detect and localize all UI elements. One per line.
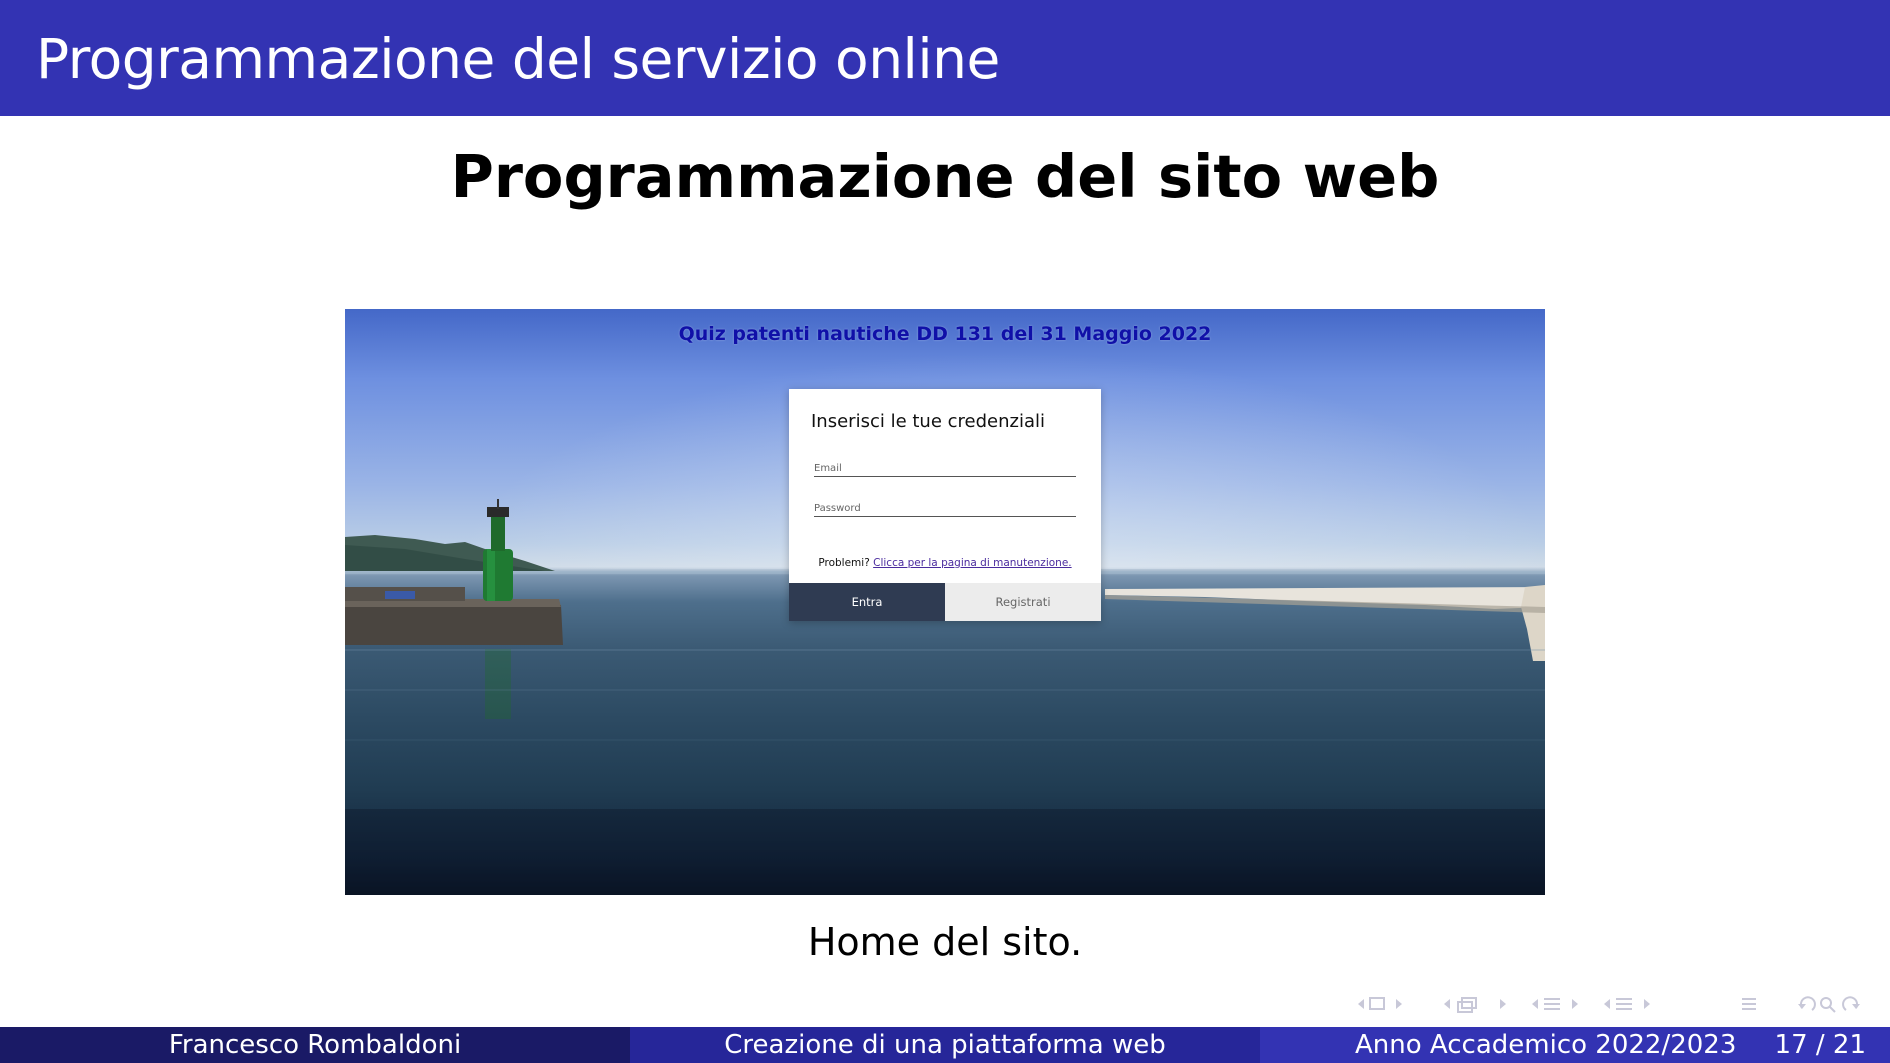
footer-title: Creazione di una piattaforma web [630,1027,1260,1063]
toc-icon[interactable] [1742,998,1756,1010]
nav-prev-arrow[interactable] [1358,999,1364,1009]
login-card: Inserisci le tue credenziali Problemi? C… [789,389,1101,621]
subsection-icon[interactable] [1457,997,1477,1013]
nav-prev-arrow[interactable] [1444,999,1450,1009]
footer-academic-year: Anno Accademico 2022/2023 [1355,1030,1737,1060]
frame-icon[interactable] [1369,997,1385,1010]
section-icon[interactable] [1616,998,1632,1010]
frame-title: Programmazione del servizio online [36,27,1000,91]
header-bar: Programmazione del servizio online [0,0,1890,116]
register-button[interactable]: Registrati [945,583,1101,621]
nav-prev-arrow[interactable] [1604,999,1610,1009]
problems-label: Problemi? [818,557,870,569]
footer-right: Anno Accademico 2022/2023 17 / 21 [1260,1027,1890,1063]
login-heading: Inserisci le tue credenziali [811,411,1045,432]
problems-line: Problemi? Clicca per la pagina di manute… [789,557,1101,569]
nav-next-arrow[interactable] [1396,999,1402,1009]
footer-bar: Francesco Rombaldoni Creazione di una pi… [0,1027,1890,1063]
enter-button[interactable]: Entra [789,583,945,621]
nav-next-arrow[interactable] [1644,999,1650,1009]
figure-caption: Home del sito. [807,920,1083,964]
slide-heading: Programmazione del sito web [450,142,1440,211]
undo-icon[interactable] [1798,996,1816,1011]
nav-next-arrow[interactable] [1572,999,1578,1009]
section-icon[interactable] [1544,998,1560,1010]
nav-next-arrow[interactable] [1500,999,1506,1009]
beamer-navigation [1350,992,1880,1016]
email-field[interactable] [814,455,1076,477]
website-screenshot: Quiz patenti nautiche DD 131 del 31 Magg… [345,309,1545,895]
maintenance-link[interactable]: Clicca per la pagina di manutenzione. [873,557,1072,569]
footer-author: Francesco Rombaldoni [0,1027,630,1063]
nav-prev-arrow[interactable] [1532,999,1538,1009]
page-number: 17 / 21 [1774,1030,1866,1060]
redo-icon[interactable] [1842,996,1860,1011]
password-field[interactable] [814,495,1076,517]
search-icon[interactable] [1820,997,1836,1013]
site-title: Quiz patenti nautiche DD 131 del 31 Magg… [678,323,1212,345]
